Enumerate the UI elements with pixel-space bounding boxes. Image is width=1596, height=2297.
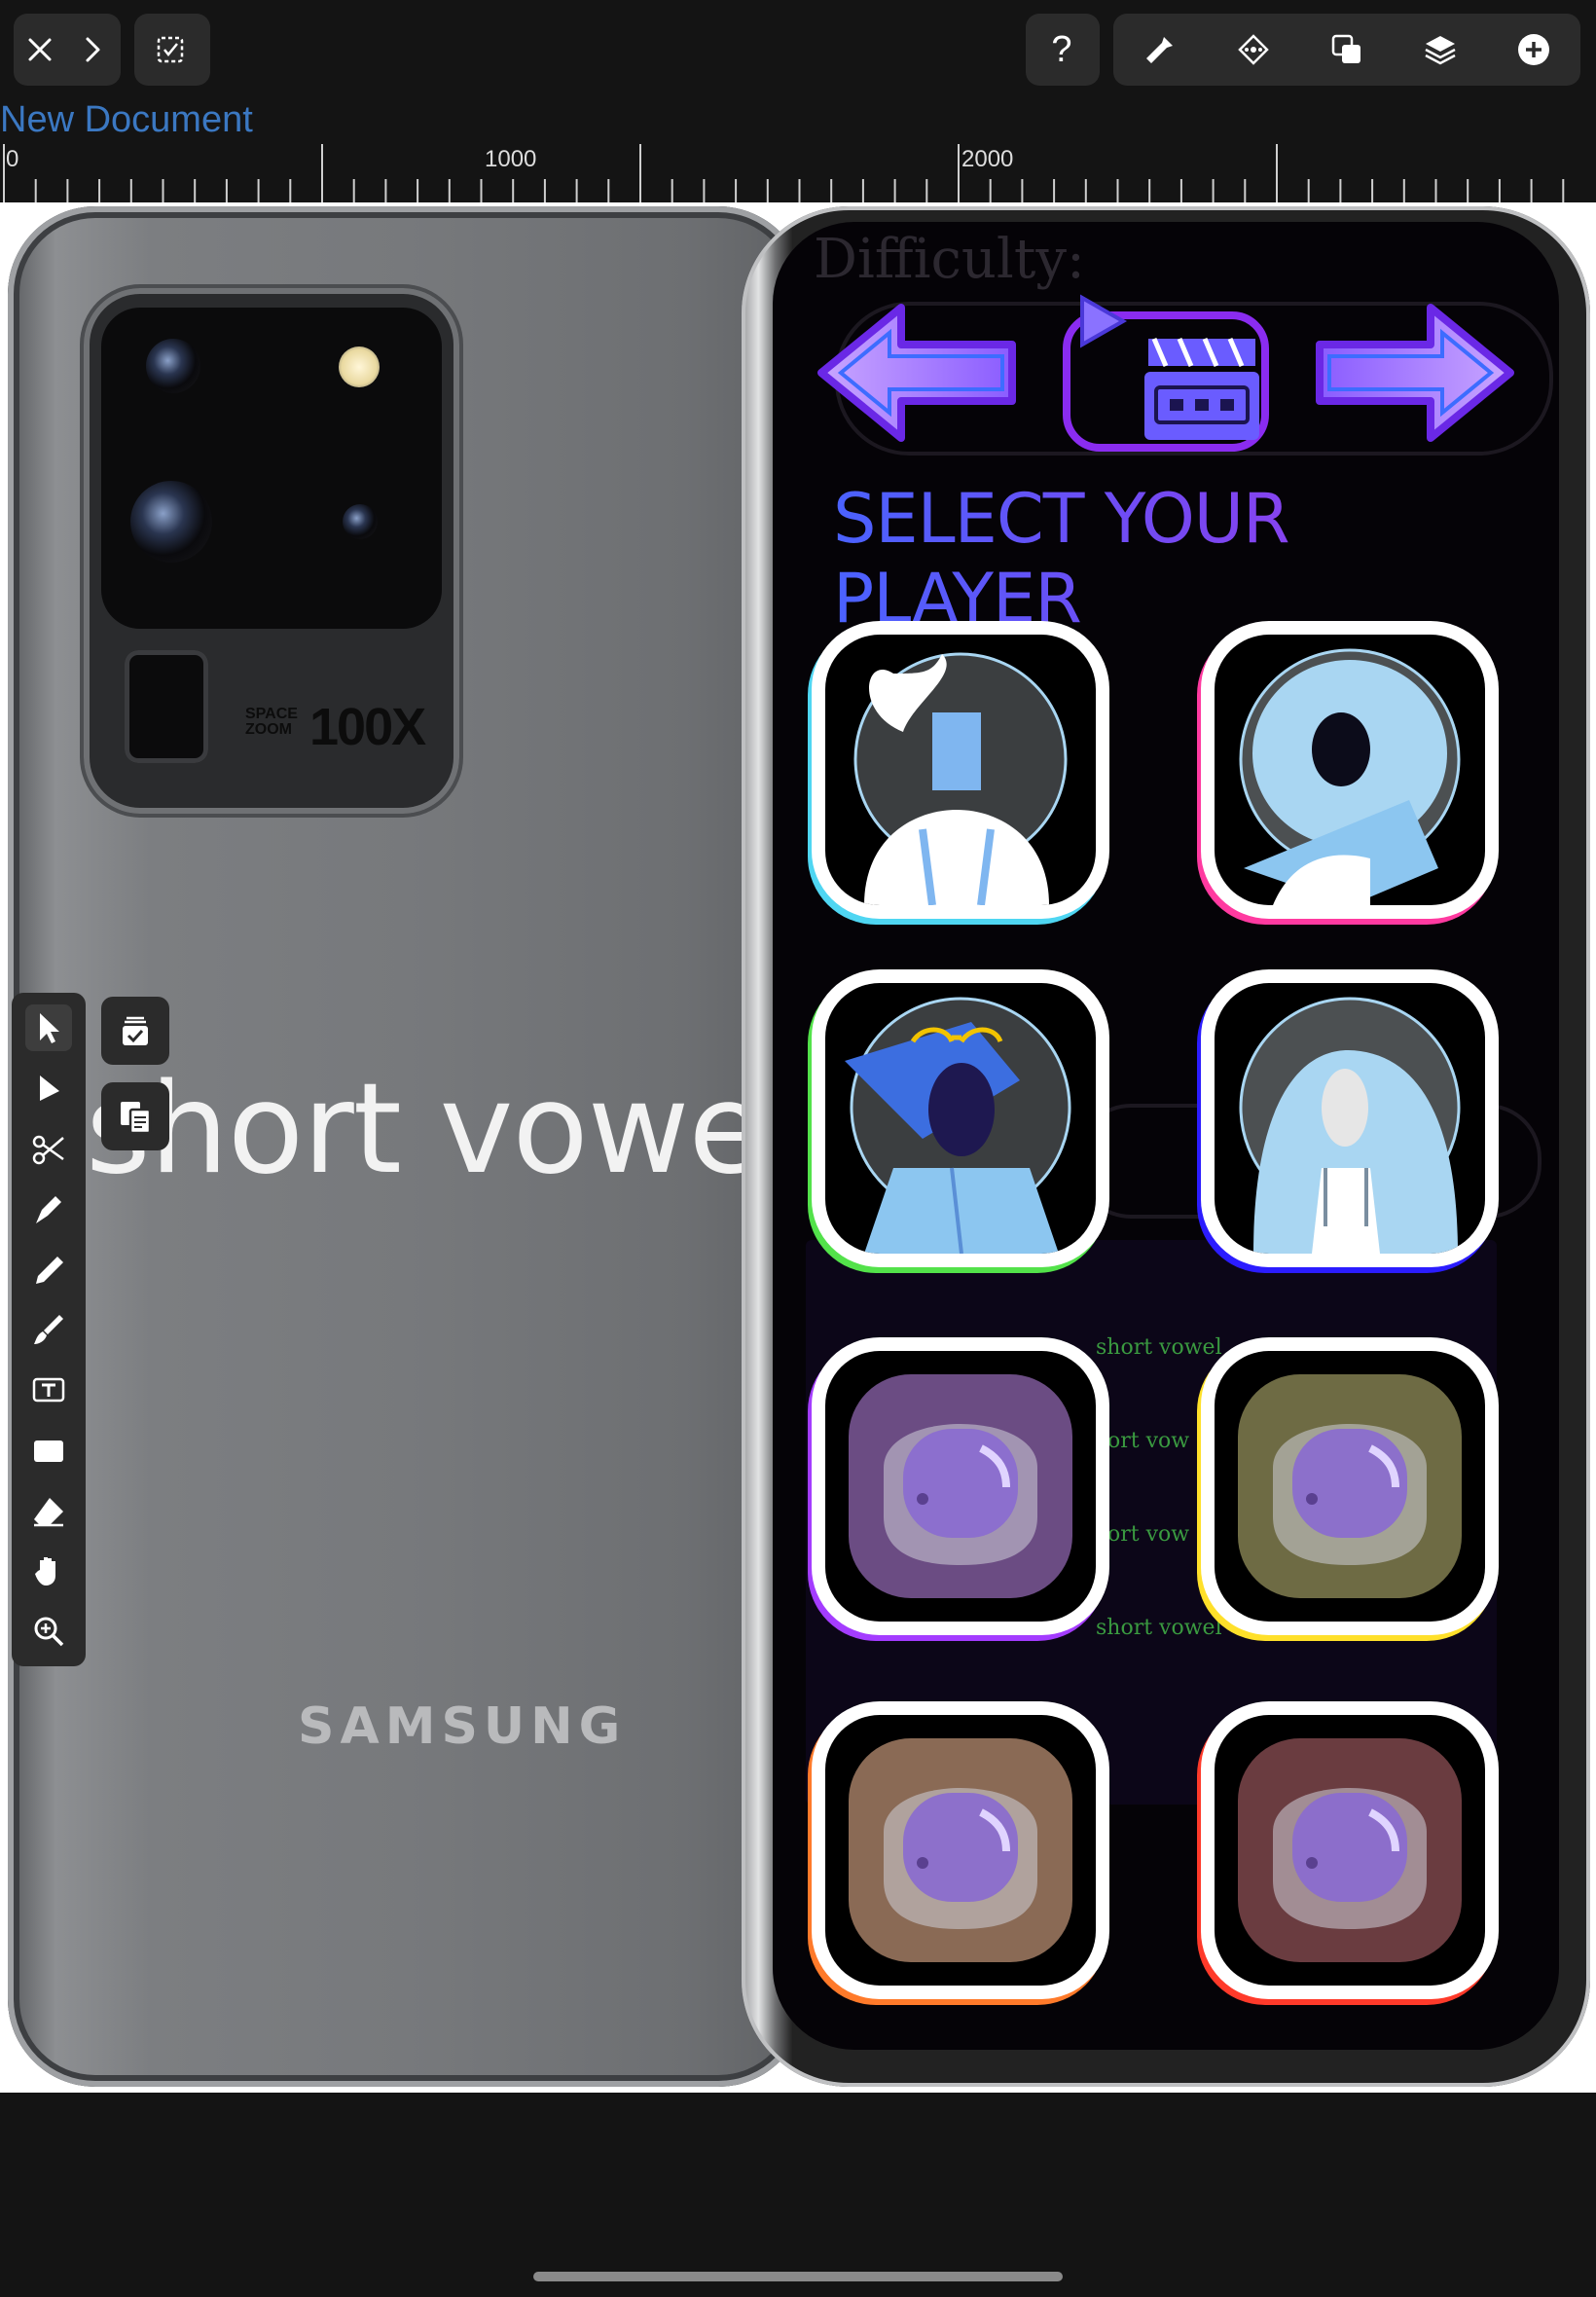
player-1-tile[interactable] [812,621,1109,919]
bottom-bar [0,2093,1596,2297]
player-6-avatar [1215,1351,1485,1622]
player-2-avatar [1215,635,1485,905]
home-indicator[interactable] [533,2272,1063,2281]
player-4-avatar [1215,983,1485,1254]
camera-lens [343,504,378,539]
eraser-icon[interactable] [25,1487,72,1534]
player-6-tile[interactable] [1201,1337,1499,1635]
chevron-right-icon[interactable] [66,14,119,86]
horizontal-ruler: 0 1000 2000 [0,142,1596,202]
add-icon[interactable] [1498,14,1570,86]
ghost-row: ort vow [1107,1522,1190,1547]
player-3-tile[interactable] [812,969,1109,1267]
snapping-icon[interactable] [1217,14,1289,86]
text-tool-icon[interactable] [25,1367,72,1413]
select-player-title: SELECT YOUR PLAYER [833,479,1514,638]
shape-combine-icon[interactable] [1311,14,1383,86]
duplicate-button[interactable] [101,1082,169,1150]
camera-lens [130,481,212,563]
document-canvas[interactable]: SPACE ZOOM 100X short vowel SAMSUNG Diff… [0,202,1596,2093]
camera-lens [146,339,200,393]
pen-icon[interactable] [25,1185,72,1232]
difficulty-label: Difficulty: [814,228,1085,291]
zoom-100x-label: 100X [309,698,426,756]
player-7-tile[interactable] [812,1701,1109,1999]
arrange-button[interactable] [101,997,169,1065]
help-icon: ? [1051,28,1072,70]
short-vowel-text[interactable]: short vowel [86,1057,799,1202]
arrange-icon [123,1016,148,1045]
player-5-tile[interactable] [812,1337,1109,1635]
player-1-avatar [825,635,1096,905]
scissors-icon[interactable] [25,1125,72,1172]
select-check-icon [134,14,206,86]
player-8-tile[interactable] [1201,1701,1499,1999]
samsung-logo: SAMSUNG [298,1697,627,1756]
player-8-avatar [1215,1715,1485,1986]
pencil-icon[interactable] [25,1246,72,1293]
layers-icon[interactable] [1404,14,1476,86]
player-5-avatar [825,1351,1096,1622]
wrench-icon[interactable] [1124,14,1196,86]
hand-icon[interactable] [25,1548,72,1594]
ghost-row: ort vow [1107,1429,1190,1453]
ghost-row: short vowel [1096,1616,1222,1640]
ghost-row: short vowel [1096,1335,1222,1360]
duplicate-icon [121,1102,152,1135]
select-check-button[interactable] [134,14,210,86]
brush-icon[interactable] [25,1306,72,1353]
rectangle-icon[interactable] [25,1427,72,1474]
player-7-avatar [825,1715,1096,1986]
player-2-tile[interactable] [1201,621,1499,919]
close-icon[interactable] [14,14,66,86]
back-arrow-icon[interactable] [812,300,1028,446]
direct-select-icon[interactable] [25,1065,72,1112]
camera-flash [339,346,380,387]
ruler-ticks [3,144,1565,202]
help-button[interactable]: ? [1026,14,1100,86]
space-zoom-label: SPACE ZOOM [245,706,298,738]
player-3-avatar [825,983,1096,1254]
document-title[interactable]: New Document [0,99,253,141]
forward-arrow-icon[interactable] [1304,300,1520,446]
nav-group [14,14,121,86]
tools-group [1113,14,1580,86]
movie-clapper-icon[interactable] [1061,290,1271,454]
periscope-lens [125,650,208,763]
select-arrow-icon[interactable] [25,1004,72,1051]
player-4-tile[interactable] [1201,969,1499,1267]
zoom-icon[interactable] [25,1608,72,1655]
top-toolbar: ? [0,0,1596,97]
